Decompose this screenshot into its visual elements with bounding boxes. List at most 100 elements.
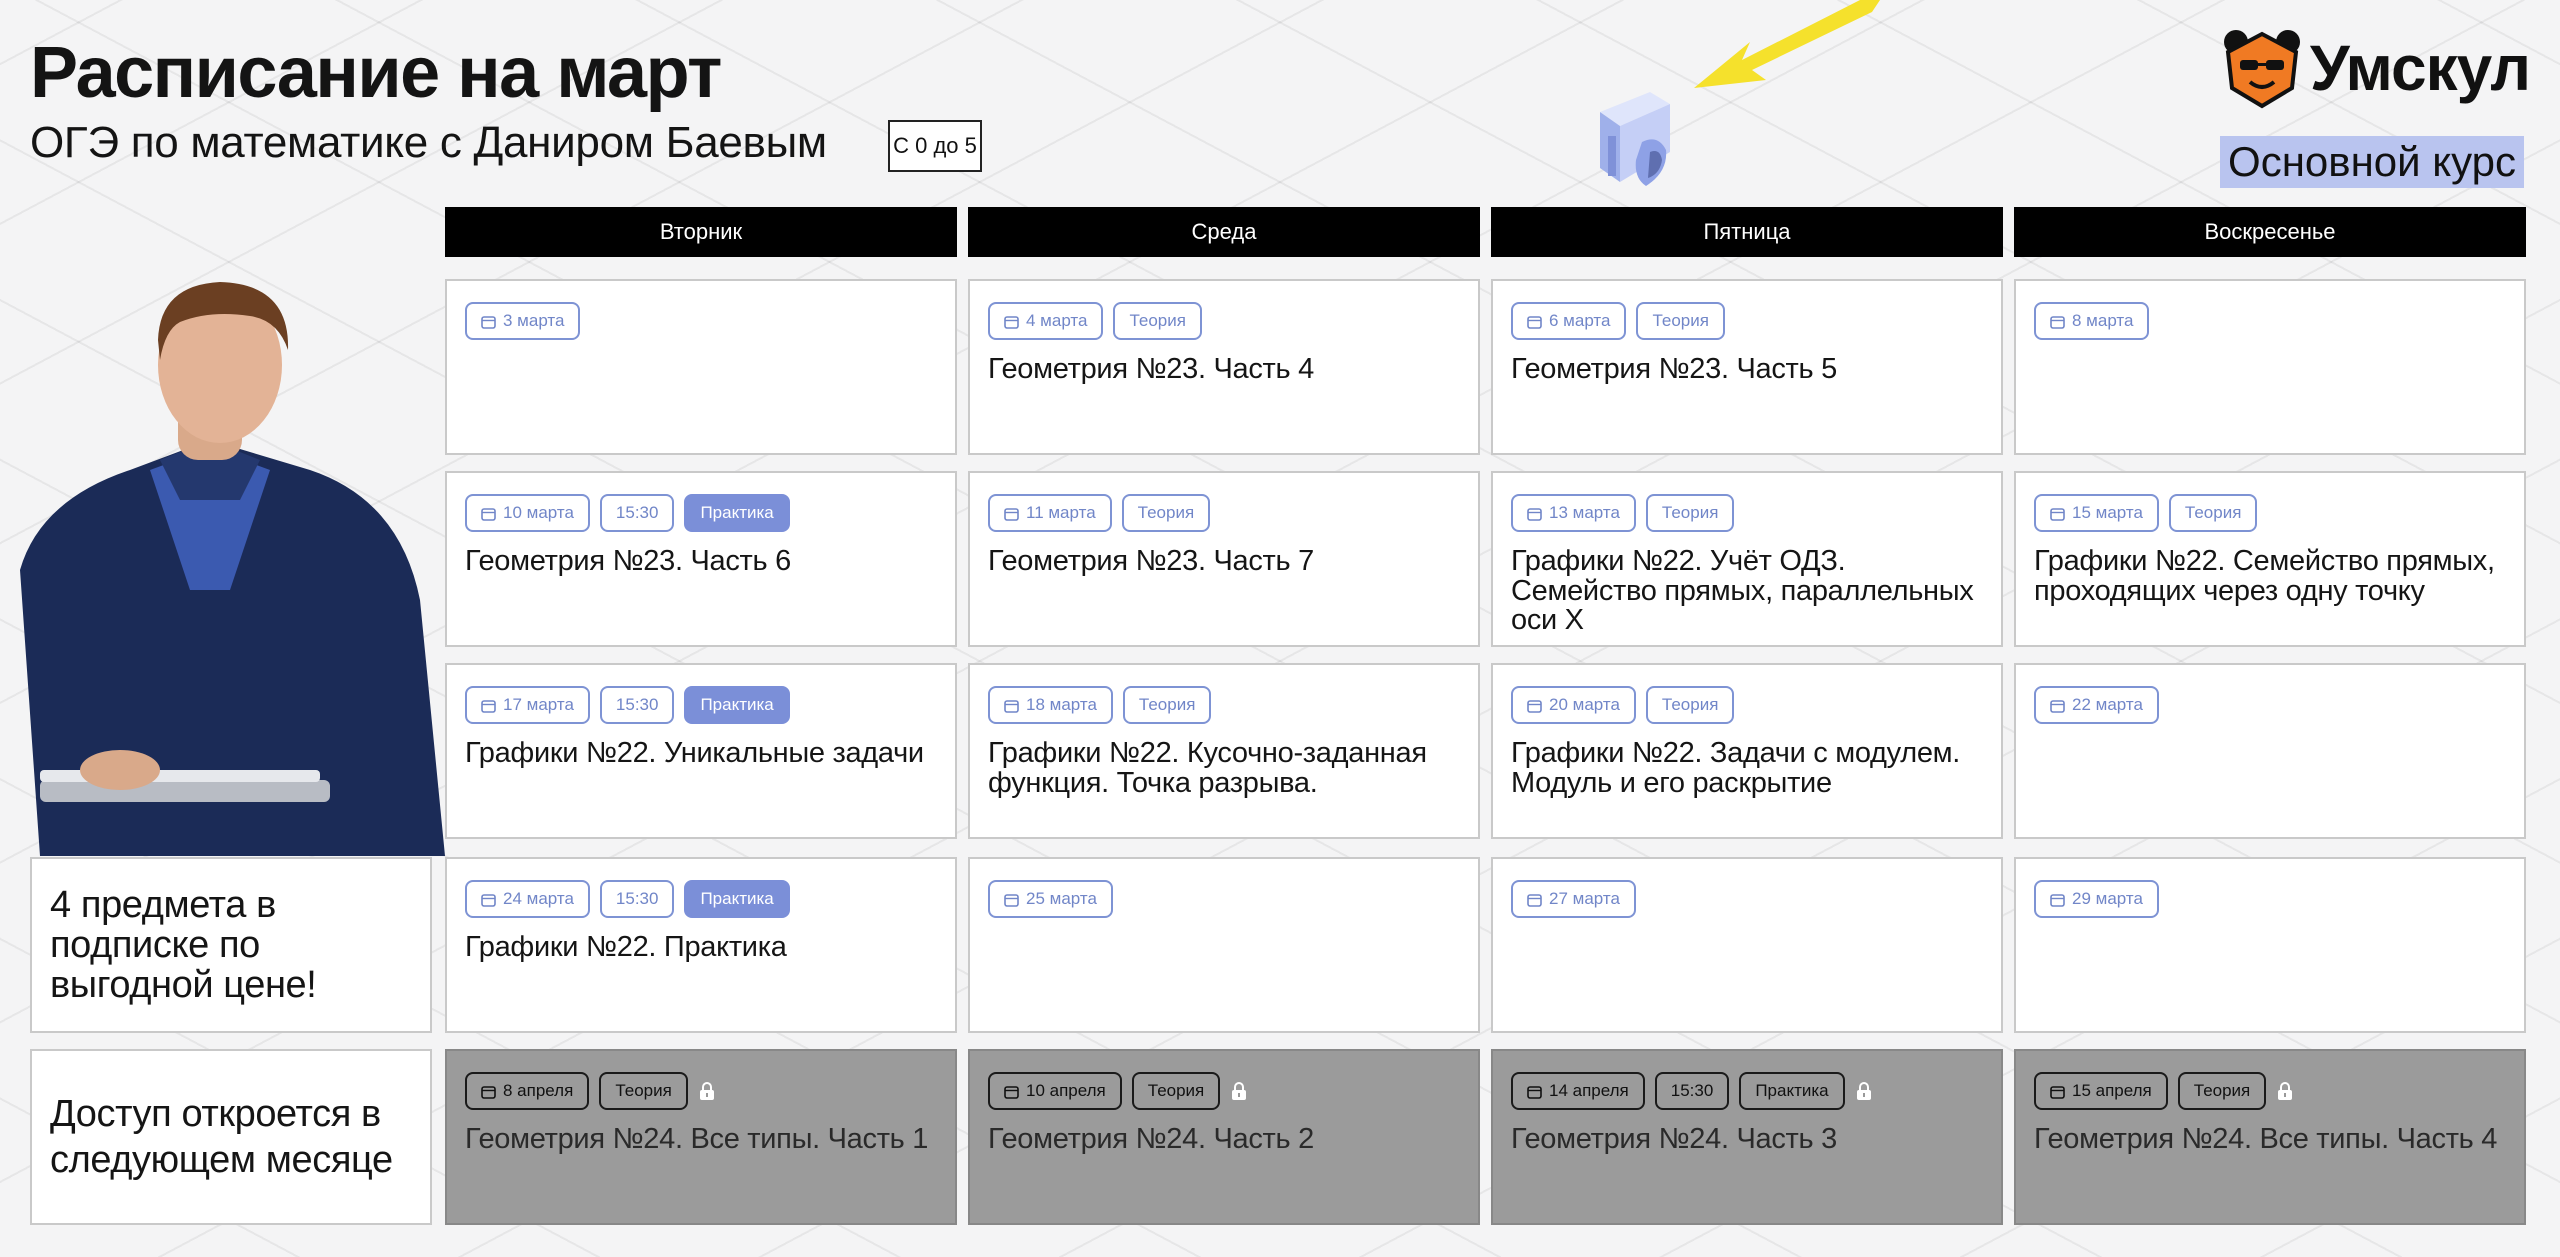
schedule-cell[interactable]: 3 марта: [445, 279, 957, 455]
schedule-cell[interactable]: 15 марта Теория Графики №22. Семейство пря…: [2014, 471, 2526, 647]
schedule-cell[interactable]: 8 марта: [2014, 279, 2526, 455]
date-text: 4 марта: [1026, 311, 1088, 330]
calendar-icon: [1004, 698, 1019, 713]
schedule-cell[interactable]: 24 марта 15:30 Практика Графики №22. Практи…: [445, 857, 957, 1033]
schedule-cell[interactable]: 27 марта: [1491, 857, 2003, 1033]
lesson-type-tag: Теория: [1131, 1072, 1221, 1110]
tag-row: 13 марта Теория: [1511, 493, 1983, 533]
tag-row: 20 марта Теория: [1511, 685, 1983, 725]
tag-row: 10 марта 15:30 Практика: [465, 493, 937, 533]
decorative-3d-object: [1600, 92, 1670, 186]
schedule-cell[interactable]: 22 марта: [2014, 663, 2526, 839]
schedule-cell[interactable]: 10 марта 15:30 Практика Геометрия №23. Част…: [445, 471, 957, 647]
lesson-type-tag: Теория: [2168, 494, 2258, 532]
bear-logo-icon: [2223, 30, 2300, 109]
date-text: 10 апреля: [1026, 1081, 1106, 1100]
calendar-icon: [2050, 698, 2065, 713]
schedule-cell[interactable]: 6 марта Теория Геометрия №23. Часть 5: [1491, 279, 2003, 455]
lock-icon: [1230, 1081, 1248, 1101]
tag-row: 4 марта Теория: [988, 301, 1460, 341]
schedule-cell[interactable]: 25 марта: [968, 857, 1480, 1033]
date-tag: 18 марта: [988, 686, 1113, 724]
lock-icon: [2276, 1081, 2294, 1101]
calendar-icon: [1527, 506, 1542, 521]
calendar-icon: [1004, 314, 1019, 329]
lesson-type-tag: Практика: [684, 494, 790, 532]
tag-row: 15 апреля Теория: [2034, 1071, 2506, 1111]
calendar-icon: [481, 506, 496, 521]
date-tag: 8 апреля: [465, 1072, 590, 1110]
promo-text: 4 предмета в подписке по выгодной цене!: [50, 883, 317, 1007]
tag-row: 3 марта: [465, 301, 937, 341]
schedule-cell[interactable]: 13 марта Теория Графики №22. Учёт ОДЗ. Сем…: [1491, 471, 2003, 647]
schedule-cell[interactable]: 4 марта Теория Геометрия №23. Часть 4: [968, 279, 1480, 455]
time-tag: 15:30: [1654, 1072, 1730, 1110]
date-text: 18 марта: [1026, 695, 1097, 714]
tag-row: 14 апреля 15:30 Практика: [1511, 1071, 1983, 1111]
tag-row: 17 марта 15:30 Практика: [465, 685, 937, 725]
time-tag: 15:30: [599, 494, 675, 532]
date-tag: 13 марта: [1511, 494, 1636, 532]
calendar-icon: [481, 314, 496, 329]
date-tag: 14 апреля: [1511, 1072, 1645, 1110]
lesson-title: Геометрия №23. Часть 7: [988, 545, 1314, 577]
schedule-cell[interactable]: 17 марта 15:30 Практика Графики №22. Уникал…: [445, 663, 957, 839]
schedule-cell: 10 апреля Теория Геометрия №24. Часть 2: [968, 1049, 1480, 1225]
schedule-cell: 8 апреля Теория Геометрия №24. Все типы. Ч…: [445, 1049, 957, 1225]
tag-row: 6 марта Теория: [1511, 301, 1983, 341]
promo-card[interactable]: 4 предмета в подписке по выгодной цене!: [30, 857, 432, 1033]
grade-badge: С 0 до 5: [888, 120, 982, 172]
lesson-title: Геометрия №24. Все типы. Часть 4: [2034, 1123, 2498, 1155]
date-text: 22 марта: [2072, 695, 2143, 714]
tag-row: 8 марта: [2034, 301, 2506, 341]
lesson-title: Геометрия №24. Часть 3: [1511, 1123, 1837, 1155]
calendar-icon: [2050, 506, 2065, 521]
tag-row: 25 марта: [988, 879, 1460, 919]
date-text: 8 апреля: [503, 1081, 574, 1100]
date-text: 14 апреля: [1549, 1081, 1629, 1100]
tag-row: 18 марта Теория: [988, 685, 1460, 725]
tag-row: 8 апреля Теория: [465, 1071, 937, 1111]
access-card: Доступ откроется в следующем месяце: [30, 1049, 432, 1225]
schedule-cell[interactable]: 18 марта Теория Графики №22. Кусочно-задан…: [968, 663, 1480, 839]
lesson-title: Геометрия №23. Часть 5: [1511, 353, 1837, 385]
teacher-photo: [20, 282, 445, 856]
calendar-icon: [1527, 892, 1542, 907]
calendar-icon: [1004, 506, 1019, 521]
schedule-cell[interactable]: 29 марта: [2014, 857, 2526, 1033]
page-subtitle: ОГЭ по математике с Даниром Баевым: [30, 118, 827, 167]
time-tag: 15:30: [599, 880, 675, 918]
date-tag: 24 марта: [465, 880, 590, 918]
calendar-icon: [481, 892, 496, 907]
date-text: 15 марта: [2072, 503, 2143, 522]
schedule-cell[interactable]: 11 марта Теория Геометрия №23. Часть 7: [968, 471, 1480, 647]
date-tag: 15 апреля: [2034, 1072, 2168, 1110]
lock-icon: [1855, 1081, 1873, 1101]
lesson-title: Графики №22. Кусочно-заданная функция. Т…: [988, 737, 1427, 799]
logo-text: Умскул: [2309, 32, 2531, 104]
date-text: 13 марта: [1549, 503, 1620, 522]
calendar-icon: [481, 698, 496, 713]
date-text: 27 марта: [1549, 889, 1620, 908]
tag-row: 27 марта: [1511, 879, 1983, 919]
date-text: 3 марта: [503, 311, 565, 330]
date-tag: 17 марта: [465, 686, 590, 724]
date-tag: 11 марта: [988, 494, 1112, 532]
lesson-type-tag: Теория: [1122, 686, 1212, 724]
date-text: 29 марта: [2072, 889, 2143, 908]
tag-row: 10 апреля Теория: [988, 1071, 1460, 1111]
day-header-wednesday: Среда: [968, 207, 1480, 257]
lesson-title: Графики №22. Учёт ОДЗ. Семейство прямых,…: [1511, 545, 1974, 637]
date-tag: 22 марта: [2034, 686, 2159, 724]
lesson-title: Графики №22. Практика: [465, 931, 787, 963]
day-header-sunday: Воскресенье: [2014, 207, 2526, 257]
lock-icon: [698, 1081, 716, 1101]
brand-logo[interactable]: Умскул: [2220, 26, 2531, 110]
calendar-icon: [1004, 892, 1019, 907]
date-tag: 29 марта: [2034, 880, 2159, 918]
date-text: 17 марта: [503, 695, 574, 714]
lesson-type-tag: Практика: [684, 686, 790, 724]
date-text: 25 марта: [1026, 889, 1097, 908]
schedule-cell: 14 апреля 15:30 Практика Геометрия №24. Час…: [1491, 1049, 2003, 1225]
schedule-cell[interactable]: 20 марта Теория Графики №22. Задачи с моду…: [1491, 663, 2003, 839]
